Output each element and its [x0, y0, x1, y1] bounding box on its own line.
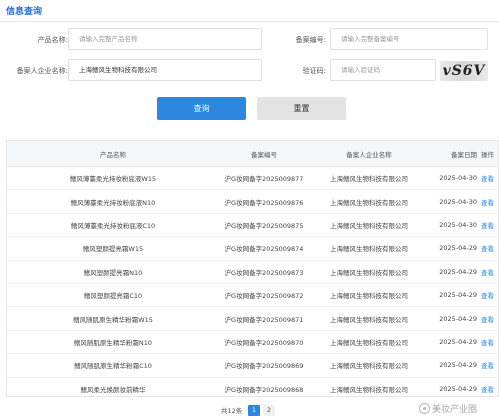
captcha-label: 验证码: [302, 67, 326, 75]
table-row: 鳍风薄薹柔光持妆粉底液W15 沪G妆网备字2025009877 上海鳍风生物科技… [7, 167, 498, 191]
row-date: 2025-04-29 [439, 337, 477, 346]
row-product-name: 鳍风塑颜提亮霜W15 [82, 245, 144, 254]
page-title: 信息查询 [6, 7, 43, 17]
row-date: 2025-04-29 [439, 361, 477, 370]
row-date: 2025-04-30 [439, 174, 477, 183]
header-date: 备案日期 [451, 150, 477, 159]
row-view-link[interactable]: 查看 [479, 261, 498, 283]
table-row: 鳍风薄薹柔光持妆粉底液C10 沪G妆网备字2025009875 上海鳍风生物科技… [7, 213, 498, 238]
results-table: 产品名称 备案编号 备案人企业名称 备案日期 操作 鳍风薄薹柔光持妆粉底液W15… [6, 140, 499, 397]
row-view-link[interactable]: 查看 [479, 331, 498, 353]
row-record-no: 沪G妆网备字2025009874 [224, 245, 304, 254]
table-header: 产品名称 备案编号 备案人企业名称 备案日期 操作 [7, 141, 498, 167]
pagination-total: 共12条 [221, 407, 243, 415]
row-view-link[interactable]: 查看 [479, 214, 498, 236]
product-name-label: 产品名称: [37, 36, 68, 44]
query-button[interactable]: 查询 [157, 97, 246, 120]
row-product-name: 鳍风薄薹柔光持妆粉底液W15 [69, 175, 157, 184]
table-row: 鳍风塑颜提亮霜C10 沪G妆网备字2025009872 上海鳍风生物科技有限公司… [7, 284, 498, 308]
row-date: 2025-04-29 [439, 291, 477, 300]
record-no-input[interactable]: 请输入完整备案编号 [330, 28, 488, 50]
row-record-no: 沪G妆网备字2025009872 [224, 292, 304, 301]
company-label: 备案人企业名称: [16, 67, 68, 75]
row-date: 2025-04-30 [439, 197, 477, 206]
table-row: 鳍风随肌原生精华粉霜N10 沪G妆网备字2025009870 上海鳍风生物科技有… [7, 330, 498, 355]
row-record-no: 沪G妆网备字2025009873 [224, 268, 304, 277]
table-row: 鳍风随肌原生精华粉霜W15 沪G妆网备字2025009871 上海鳍风生物科技有… [7, 307, 498, 331]
row-view-link[interactable]: 查看 [479, 307, 498, 329]
row-view-link[interactable]: 查看 [479, 237, 498, 259]
row-product-name: 鳍风薄薹柔光持妆粉底液C10 [70, 221, 156, 230]
header-action: 操作 [481, 150, 494, 159]
captcha-input[interactable]: 请输入验证码 [330, 59, 436, 81]
row-record-no: 沪G妆网备字2025009871 [224, 315, 304, 324]
row-record-no: 沪G妆网备字2025009870 [224, 338, 304, 347]
table-row: 鳍风塑颜提亮霜W15 沪G妆网备字2025009874 上海鳍风生物科技有限公司… [7, 237, 498, 261]
record-no-label: 备案编号: [295, 36, 326, 44]
row-product-name: 鳍风柔光焕颜妆前精华 [80, 385, 146, 394]
row-company: 上海鳍风生物科技有限公司 [330, 175, 408, 184]
row-company: 上海鳍风生物科技有限公司 [330, 338, 408, 347]
row-company: 上海鳍风生物科技有限公司 [330, 198, 408, 207]
row-date: 2025-04-30 [439, 220, 477, 229]
table-row: 鳍风塑颜提亮霜N10 沪G妆网备字2025009873 上海鳍风生物科技有限公司… [7, 260, 498, 284]
watermark: 美妆产业圈 [419, 402, 477, 415]
row-company: 上海鳍风生物科技有限公司 [330, 268, 408, 277]
row-product-name: 鳍风随肌原生精华粉霜C10 [74, 362, 152, 371]
reset-button[interactable]: 重置 [257, 97, 346, 120]
row-date: 2025-04-29 [439, 267, 477, 276]
row-date: 2025-04-29 [439, 314, 477, 323]
row-product-name: 鳍风塑颜提亮霜C10 [83, 292, 143, 301]
row-record-no: 沪G妆网备字2025009868 [224, 385, 304, 394]
row-company: 上海鳍风生物科技有限公司 [330, 292, 408, 301]
table-row: 鳍风随肌原生精华粉霜C10 沪G妆网备字2025009869 上海鳍风生物科技有… [7, 354, 498, 378]
row-company: 上海鳍风生物科技有限公司 [330, 315, 408, 324]
row-product-name: 鳍风薄薹柔光持妆粉底液N10 [70, 198, 156, 207]
table-row: 鳍风薄薹柔光持妆粉底液N10 沪G妆网备字2025009876 上海鳍风生物科技… [7, 190, 498, 214]
title-divider [0, 21, 499, 22]
row-view-link[interactable]: 查看 [479, 284, 498, 306]
row-record-no: 沪G妆网备字2025009869 [224, 362, 304, 371]
page-2-button[interactable]: 2 [263, 405, 275, 416]
row-company: 上海鳍风生物科技有限公司 [330, 385, 408, 394]
row-product-name: 鳍风随肌原生精华粉霜W15 [73, 315, 153, 324]
row-date: 2025-04-29 [439, 244, 477, 253]
page-1-button[interactable]: 1 [248, 405, 260, 416]
row-view-link[interactable]: 查看 [479, 378, 498, 396]
row-date: 2025-04-29 [439, 384, 477, 393]
row-company: 上海鳍风生物科技有限公司 [330, 362, 408, 371]
table-row: 鳍风柔光焕颜妆前精华 沪G妆网备字2025009868 上海鳍风生物科技有限公司… [7, 377, 498, 396]
row-view-link[interactable]: 查看 [479, 190, 498, 212]
row-product-name: 鳍风随肌原生精华粉霜N10 [73, 338, 153, 347]
product-name-input[interactable]: 请输入完整产品名称 [68, 28, 262, 50]
row-view-link[interactable]: 查看 [479, 167, 498, 189]
row-company: 上海鳍风生物科技有限公司 [330, 221, 408, 230]
captcha-image[interactable]: vS6V [440, 61, 488, 81]
company-input[interactable]: 上海鳍风生物科技有限公司 [68, 59, 262, 81]
row-record-no: 沪G妆网备字2025009877 [224, 175, 304, 184]
header-company: 备案人企业名称 [346, 150, 392, 159]
header-product-name: 产品名称 [100, 150, 126, 159]
row-record-no: 沪G妆网备字2025009876 [224, 198, 304, 207]
watermark-text: 美妆产业圈 [432, 405, 478, 415]
row-view-link[interactable]: 查看 [479, 354, 498, 376]
row-record-no: 沪G妆网备字2025009875 [224, 221, 304, 230]
header-record-no: 备案编号 [251, 150, 277, 159]
watermark-logo-icon [419, 403, 430, 414]
row-product-name: 鳍风塑颜提亮霜N10 [83, 268, 143, 277]
row-company: 上海鳍风生物科技有限公司 [330, 245, 408, 254]
